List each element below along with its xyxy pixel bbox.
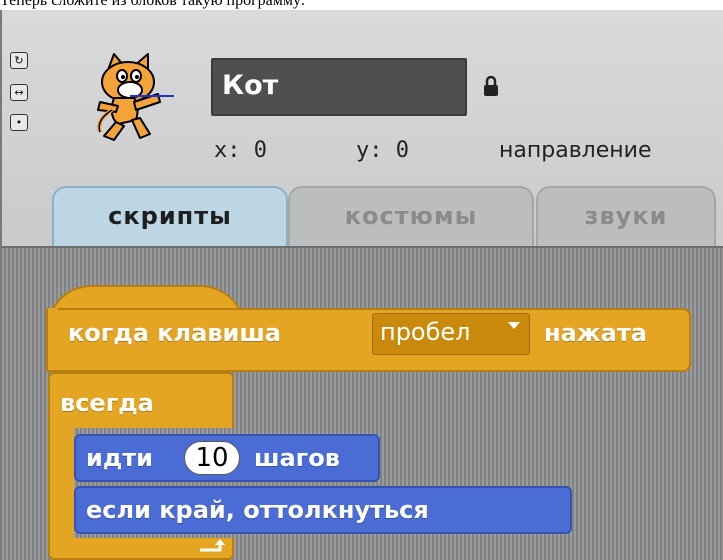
lock-icon[interactable]: [482, 75, 500, 97]
move-label: идти: [86, 444, 153, 472]
bounce-label: если край, оттолкнуться: [86, 496, 429, 524]
rotate-all-around-icon[interactable]: ↻: [10, 52, 28, 69]
pressed-label: нажата: [544, 319, 647, 347]
cat-sprite-thumbnail: [97, 53, 174, 141]
key-dropdown-value[interactable]: пробел: [380, 315, 471, 349]
sprite-name-text[interactable]: Кот: [222, 68, 278, 104]
steps-unit-label: шагов: [254, 444, 340, 472]
hat-block-edge: [46, 308, 58, 372]
steps-input[interactable]: 10: [184, 441, 240, 475]
tab-costumes[interactable]: костюмы: [288, 186, 534, 246]
x-position-readout: x: 0: [214, 138, 267, 163]
loop-return-arrow-icon: [200, 539, 225, 552]
forever-label: всегда: [60, 389, 154, 417]
direction-readout: направление: [499, 138, 652, 163]
no-rotate-icon[interactable]: •: [10, 114, 28, 131]
dropdown-arrow-icon[interactable]: [508, 322, 520, 329]
y-position-readout: y: 0: [356, 138, 409, 163]
instruction-caption: Теперь сложите из блоков такую программу…: [0, 0, 306, 9]
tab-sounds[interactable]: звуки: [536, 186, 716, 246]
when-key-label: когда клавиша: [68, 319, 281, 347]
left-right-only-icon[interactable]: ↔: [10, 84, 28, 101]
forever-block-arm[interactable]: [48, 426, 74, 544]
tab-scripts[interactable]: скрипты: [52, 186, 288, 246]
